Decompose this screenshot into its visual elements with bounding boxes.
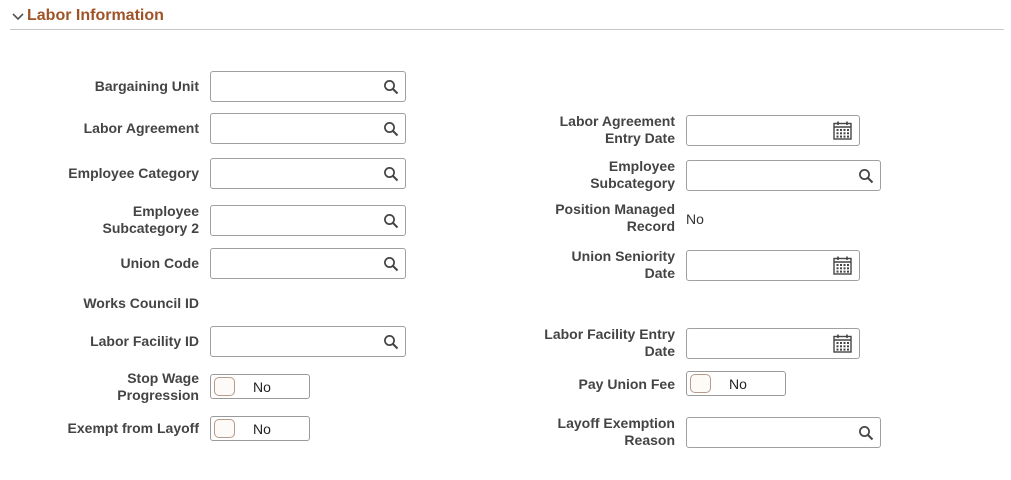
labor-facility-id-input[interactable]: [217, 327, 377, 356]
search-icon[interactable]: [383, 166, 399, 182]
labor-facility-id-field[interactable]: [210, 326, 406, 357]
employee-subcategory-field[interactable]: [686, 160, 881, 191]
label-line: Record: [626, 218, 675, 234]
section-header-labor-information[interactable]: Labor Information: [10, 6, 1004, 30]
search-icon[interactable]: [383, 256, 399, 272]
calendar-icon[interactable]: [833, 121, 852, 140]
toggle-state: No: [729, 376, 747, 392]
exempt-from-layoff-label: Exempt from Layoff: [67, 420, 199, 436]
union-code-input[interactable]: [217, 249, 377, 278]
label-line: Subcategory: [590, 175, 675, 191]
layoff-exemption-reason-label: Layoff Exemption Reason: [475, 415, 675, 449]
label-line: Labor Facility Entry: [544, 326, 675, 342]
layoff-exemption-reason-input[interactable]: [693, 418, 853, 447]
search-icon[interactable]: [383, 121, 399, 137]
pay-union-fee-label: Pay Union Fee: [578, 376, 675, 392]
label-line: Stop Wage: [127, 370, 199, 386]
labor-facility-entry-date-field[interactable]: [686, 328, 860, 359]
bargaining-unit-input[interactable]: [217, 72, 377, 101]
search-icon[interactable]: [383, 79, 399, 95]
search-icon[interactable]: [858, 425, 874, 441]
stop-wage-progression-toggle[interactable]: No: [210, 374, 310, 399]
calendar-icon[interactable]: [833, 334, 852, 353]
employee-category-input[interactable]: [217, 159, 377, 188]
label-line: Union Seniority: [571, 248, 675, 264]
layoff-exemption-reason-field[interactable]: [686, 417, 881, 448]
position-managed-record-label: Position Managed Record: [475, 201, 675, 235]
employee-category-field[interactable]: [210, 158, 406, 189]
label-line: Progression: [117, 387, 199, 403]
union-seniority-date-label: Union Seniority Date: [475, 248, 675, 282]
employee-category-label: Employee Category: [68, 165, 199, 181]
labor-facility-id-label: Labor Facility ID: [90, 333, 199, 349]
label-line: Employee: [608, 158, 675, 174]
stop-wage-progression-label: Stop Wage Progression: [9, 370, 199, 404]
bargaining-unit-field[interactable]: [210, 71, 406, 102]
calendar-icon[interactable]: [833, 256, 852, 275]
labor-agreement-entry-date-label: Labor Agreement Entry Date: [475, 113, 675, 147]
labor-agreement-field[interactable]: [210, 113, 406, 144]
label-line: Position Managed: [555, 201, 675, 217]
employee-subcategory2-input[interactable]: [217, 206, 377, 235]
search-icon[interactable]: [383, 213, 399, 229]
section-title: Labor Information: [27, 7, 164, 24]
position-managed-record-value: No: [686, 211, 704, 227]
union-seniority-date-field[interactable]: [686, 250, 860, 281]
labor-agreement-entry-date-input[interactable]: [693, 116, 823, 145]
exempt-from-layoff-toggle[interactable]: No: [210, 416, 310, 441]
works-council-id-label: Works Council ID: [83, 295, 199, 311]
labor-agreement-input[interactable]: [217, 114, 377, 143]
chevron-down-icon: [12, 13, 24, 21]
label-line: Reason: [624, 432, 675, 448]
search-icon[interactable]: [858, 168, 874, 184]
union-seniority-date-input[interactable]: [693, 251, 823, 280]
label-line: Date: [644, 343, 675, 359]
label-line: Employee: [132, 203, 199, 219]
pay-union-fee-toggle[interactable]: No: [686, 371, 786, 396]
union-code-field[interactable]: [210, 248, 406, 279]
toggle-state: No: [253, 379, 271, 395]
label-line: Date: [644, 265, 675, 281]
employee-subcategory2-label: Employee Subcategory 2: [9, 203, 199, 237]
toggle-state: No: [253, 421, 271, 437]
toggle-knob[interactable]: [214, 419, 235, 438]
employee-subcategory-label: Employee Subcategory: [475, 158, 675, 192]
labor-agreement-entry-date-field[interactable]: [686, 115, 860, 146]
label-line: Subcategory 2: [102, 220, 199, 236]
toggle-knob[interactable]: [214, 377, 235, 396]
toggle-knob[interactable]: [690, 374, 711, 393]
search-icon[interactable]: [383, 334, 399, 350]
bargaining-unit-label: Bargaining Unit: [94, 78, 199, 94]
employee-subcategory-input[interactable]: [693, 161, 853, 190]
label-line: Entry Date: [604, 130, 675, 146]
label-line: Layoff Exemption: [557, 415, 675, 431]
labor-facility-entry-date-label: Labor Facility Entry Date: [475, 326, 675, 360]
labor-agreement-label: Labor Agreement: [83, 120, 199, 136]
labor-facility-entry-date-input[interactable]: [693, 329, 823, 358]
union-code-label: Union Code: [120, 255, 199, 271]
label-line: Labor Agreement: [559, 113, 675, 129]
employee-subcategory2-field[interactable]: [210, 205, 406, 236]
